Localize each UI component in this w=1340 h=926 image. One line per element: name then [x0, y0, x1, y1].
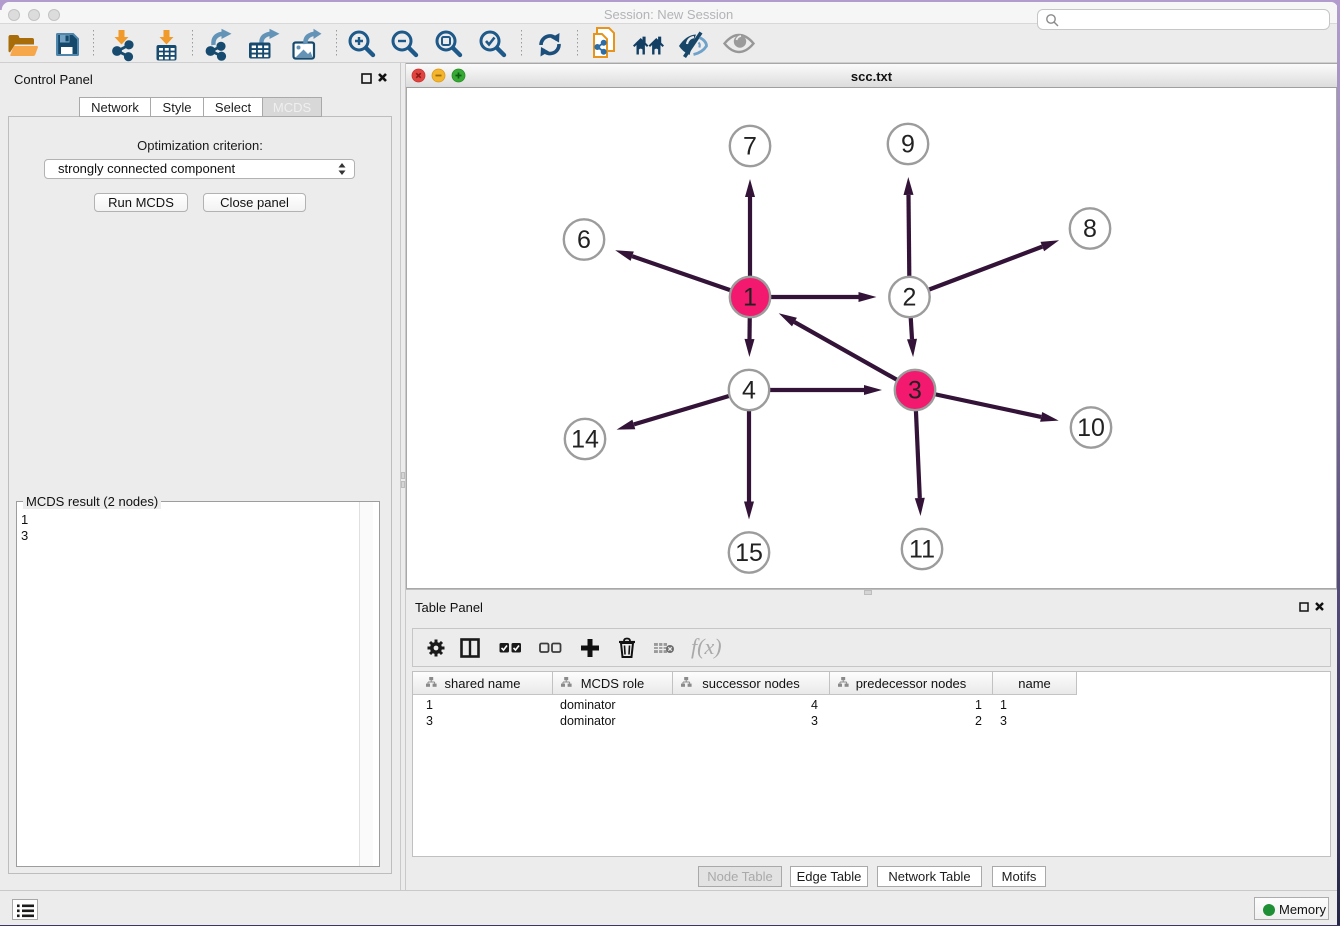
- svg-text:9: 9: [901, 131, 915, 159]
- svg-text:14: 14: [571, 426, 599, 454]
- svg-text:8: 8: [1083, 215, 1097, 243]
- svg-text:11: 11: [909, 536, 935, 564]
- svg-text:4: 4: [742, 377, 756, 405]
- svg-text:10: 10: [1077, 414, 1105, 442]
- svg-text:15: 15: [735, 539, 763, 567]
- svg-text:6: 6: [577, 226, 591, 254]
- svg-text:7: 7: [743, 133, 757, 161]
- svg-text:1: 1: [743, 284, 757, 312]
- svg-text:2: 2: [903, 284, 917, 312]
- svg-text:3: 3: [908, 377, 922, 405]
